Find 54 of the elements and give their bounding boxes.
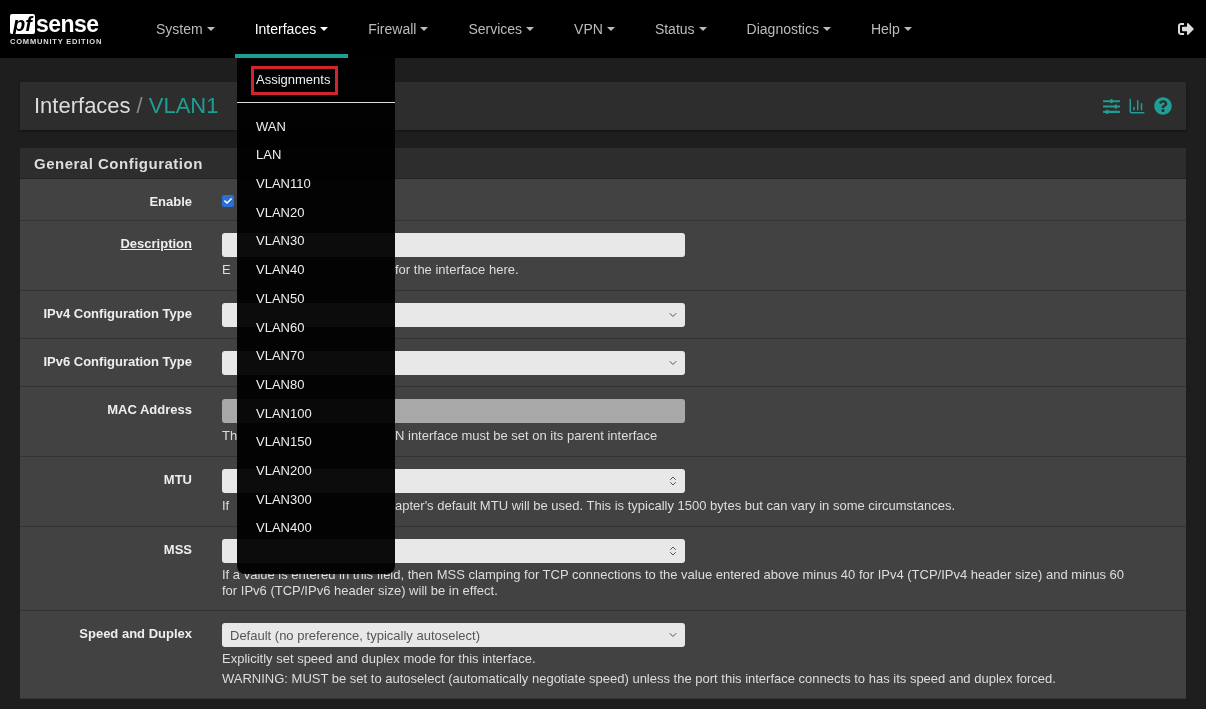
- help-text: If a value is entered in this field, then MSS clamping for TCP connections to the value entered above minus 40 for IPv4 (TCP/IPv4 header size) and minus 60 for IPv6 (TCP/IPv6 header size) will be in effect.: [222, 567, 1126, 599]
- spinner-icon: [667, 545, 679, 557]
- bar-chart-icon[interactable]: [1128, 97, 1146, 115]
- field-label: IPv6 Configuration Type: [43, 353, 192, 371]
- field-label: MSS: [163, 541, 192, 559]
- field-label: Enable: [149, 193, 192, 209]
- nav-menu-item[interactable]: Status: [634, 0, 727, 58]
- menu-item[interactable]: VLAN60: [251, 313, 313, 343]
- nav-menu-item[interactable]: VPN: [554, 0, 635, 58]
- menu-item[interactable]: Assignments: [251, 66, 339, 95]
- help-text: N interface must be set on its parent interface: [395, 427, 658, 445]
- menu-item[interactable]: VLAN30: [251, 227, 313, 257]
- breadcrumb-link[interactable]: VLAN1: [148, 93, 219, 119]
- help-icon[interactable]: [1154, 97, 1172, 115]
- menu-item[interactable]: VLAN200: [251, 456, 320, 486]
- logo-mark: pf: [10, 13, 35, 34]
- menu-item[interactable]: VLAN20: [251, 198, 313, 228]
- help-text: If: [222, 497, 230, 515]
- nav-menu-item[interactable]: Services: [448, 0, 555, 58]
- field-label: IPv4 Configuration Type: [43, 305, 192, 323]
- help-text: apter's default MTU will be used. This is typically 1500 bytes but can vary in some circumstances.: [395, 497, 956, 515]
- menu-item[interactable]: VLAN80: [251, 370, 313, 400]
- field-label: MAC Address: [107, 401, 192, 419]
- help-text: E: [222, 261, 231, 279]
- nav-menu-item[interactable]: Help: [850, 0, 932, 58]
- field-label: MTU: [163, 471, 192, 489]
- menu-item[interactable]: VLAN100: [251, 399, 320, 429]
- breadcrumb-section: Interfaces: [34, 93, 131, 119]
- spinner-icon: [667, 475, 679, 487]
- nav-menu-item[interactable]: System: [136, 0, 235, 58]
- field-label: Speed and Duplex: [79, 625, 192, 643]
- help-text: Explicitly set speed and duplex mode for this interface.: [222, 651, 537, 667]
- settings-icon[interactable]: [1103, 97, 1120, 115]
- menu-item[interactable]: VLAN150: [251, 428, 320, 457]
- field-label: Description: [120, 235, 192, 253]
- menu-item[interactable]: WAN: [251, 112, 294, 142]
- checkbox[interactable]: [222, 195, 234, 207]
- help-text: WARNING: MUST be set to autoselect (automatically negotiate speed) unless the port this interface connects to has its speed and duplex forced.: [222, 671, 1057, 687]
- logout-icon[interactable]: [1178, 21, 1194, 37]
- menu-item[interactable]: VLAN50: [251, 284, 313, 314]
- help-text: for the interface here.: [395, 261, 519, 279]
- menu-item[interactable]: VLAN110: [251, 170, 319, 199]
- menu-item[interactable]: VLAN70: [251, 342, 313, 371]
- menu-item[interactable]: VLAN400: [251, 514, 320, 543]
- panel-title: General Configuration: [34, 154, 203, 172]
- select-field[interactable]: Default (no preference, typically autoselect): [222, 623, 685, 647]
- menu-item[interactable]: LAN: [251, 141, 290, 171]
- menu-item[interactable]: VLAN300: [251, 485, 320, 515]
- breadcrumb-separator: /: [136, 93, 143, 119]
- help-text: Th: [222, 427, 238, 445]
- nav-menu-item[interactable]: Diagnostics: [726, 0, 851, 58]
- menu-item[interactable]: VLAN40: [251, 256, 313, 285]
- nav-menu-item[interactable]: Firewall: [348, 0, 449, 58]
- logo-text: sense: [35, 12, 99, 35]
